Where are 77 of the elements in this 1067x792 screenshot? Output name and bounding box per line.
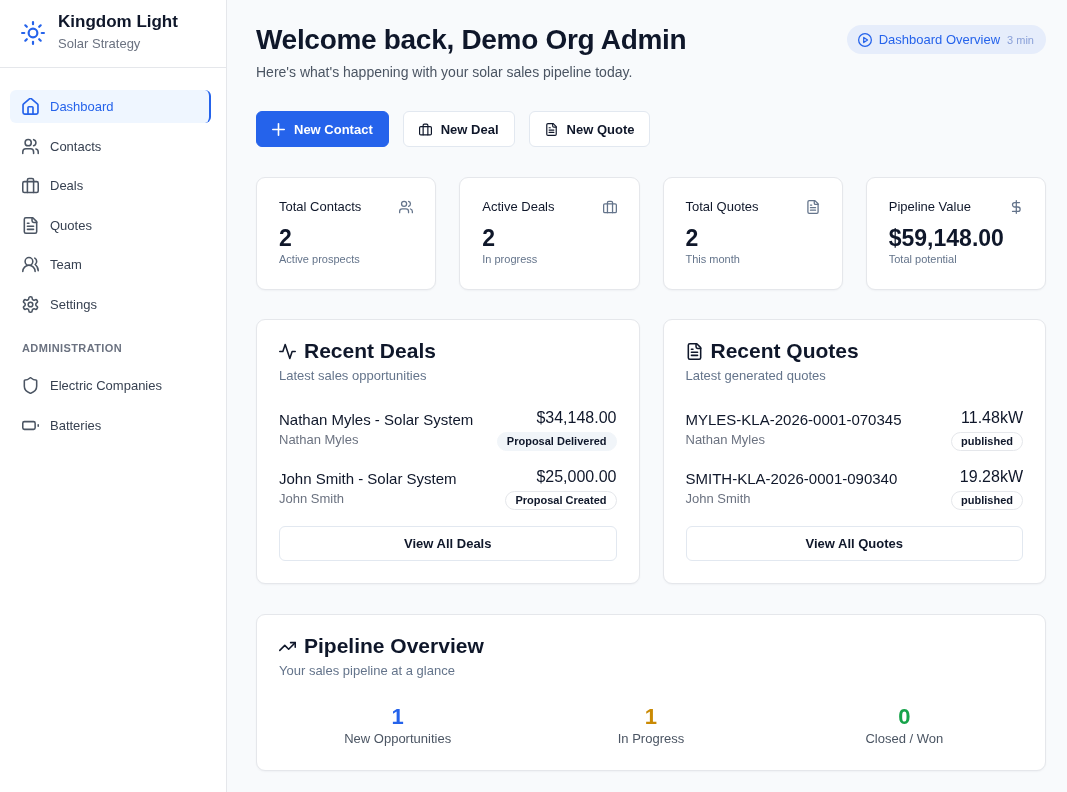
stat-value: 2 — [685, 225, 699, 251]
people-icon — [22, 137, 39, 155]
card-subtitle: Latest sales opportunities — [279, 367, 427, 385]
dollar-icon — [1009, 200, 1023, 214]
stat-caption: In progress — [482, 252, 538, 266]
stat-value: 2 — [482, 225, 496, 251]
stage-count: 0 — [898, 704, 911, 730]
stat-value: $59,148.00 — [888, 225, 1004, 251]
brand-subtitle: Solar Strategy — [58, 35, 142, 53]
stage-count: 1 — [644, 704, 658, 730]
plus-icon — [272, 122, 285, 136]
customer-name: John Smith — [685, 489, 751, 508]
status-badge: published — [951, 491, 1023, 510]
people-icon — [399, 200, 414, 214]
stat-value: 2 — [279, 225, 292, 251]
nav-item[interactable]: Contacts — [10, 129, 211, 163]
page-title: Welcome back, Demo Org Admin — [256, 23, 687, 57]
pulse-icon — [279, 342, 296, 360]
quote-number: MYLES-KLA-2026-0001-070345 — [685, 409, 902, 430]
nav-item[interactable]: Batteries — [10, 408, 211, 442]
people-icon — [22, 256, 39, 274]
customer-name: Nathan Myles — [685, 430, 765, 449]
shield-icon — [22, 376, 39, 394]
nav-item[interactable]: Deals — [10, 169, 211, 203]
document-icon — [22, 216, 39, 234]
section-heading: ADMINISTRATION — [22, 340, 123, 355]
sun-icon — [21, 20, 45, 45]
contact-name: John Smith — [279, 489, 345, 508]
stat-caption: This month — [685, 252, 740, 266]
quote-number: SMITH-KLA-2026-0001-090340 — [685, 468, 898, 489]
action-button[interactable]: New Contact — [256, 111, 389, 147]
action-button[interactable]: New Deal — [402, 111, 515, 147]
nav-item[interactable]: Dashboard — [10, 90, 211, 123]
status-badge: Proposal Delivered — [496, 432, 617, 451]
play-icon — [857, 32, 872, 47]
nav-item[interactable]: Settings — [10, 287, 211, 321]
house-icon — [22, 98, 39, 115]
page-subtitle: Here's what's happening with your solar sales pipeline today. — [256, 63, 634, 82]
tour-button[interactable]: Dashboard Overview 3 min — [846, 25, 1046, 54]
settings-icon — [22, 295, 39, 313]
system-size: 19.28kW — [959, 467, 1023, 487]
card-subtitle: Latest generated quotes — [685, 367, 826, 385]
card-subtitle: Your sales pipeline at a glance — [279, 662, 455, 680]
briefcase-icon — [602, 200, 617, 214]
document-icon — [544, 122, 558, 136]
status-badge: Proposal Created — [505, 491, 617, 510]
stat-title: Total Contacts — [279, 198, 362, 216]
contact-name: Nathan Myles — [279, 430, 359, 449]
stat-title: Total Quotes — [685, 198, 759, 216]
deal-amount: $25,000.00 — [536, 467, 617, 487]
stat-caption: Total potential — [888, 252, 957, 266]
stage-count: 1 — [391, 704, 404, 730]
card-title: Pipeline Overview — [304, 633, 484, 659]
deal-name: John Smith - Solar System — [279, 468, 457, 489]
stat-caption: Active prospects — [279, 252, 360, 266]
document-icon — [805, 200, 820, 214]
card-title: Recent Quotes — [710, 338, 859, 364]
deal-name: Nathan Myles - Solar System — [279, 409, 474, 430]
view-all-button[interactable]: View All Deals — [279, 526, 617, 561]
nav-item[interactable]: Team — [10, 248, 211, 282]
document-icon — [685, 342, 703, 360]
view-all-button[interactable]: View All Quotes — [685, 526, 1023, 561]
brand-title: Kingdom Light — [58, 12, 178, 32]
stage-label: New Opportunities — [344, 730, 452, 748]
status-badge: published — [951, 432, 1023, 451]
nav-item[interactable]: Electric Companies — [10, 368, 211, 402]
nav-item[interactable]: Quotes — [10, 208, 211, 242]
deal-amount: $34,148.00 — [536, 408, 617, 428]
briefcase-icon — [418, 122, 432, 136]
stat-title: Pipeline Value — [888, 198, 971, 216]
system-size: 11.48kW — [961, 408, 1023, 428]
action-button[interactable]: New Quote — [528, 111, 651, 147]
stage-label: In Progress — [617, 730, 685, 748]
stat-title: Active Deals — [482, 198, 555, 216]
briefcase-icon — [22, 177, 39, 195]
stage-label: Closed / Won — [865, 730, 944, 748]
card-title: Recent Deals — [304, 338, 436, 364]
